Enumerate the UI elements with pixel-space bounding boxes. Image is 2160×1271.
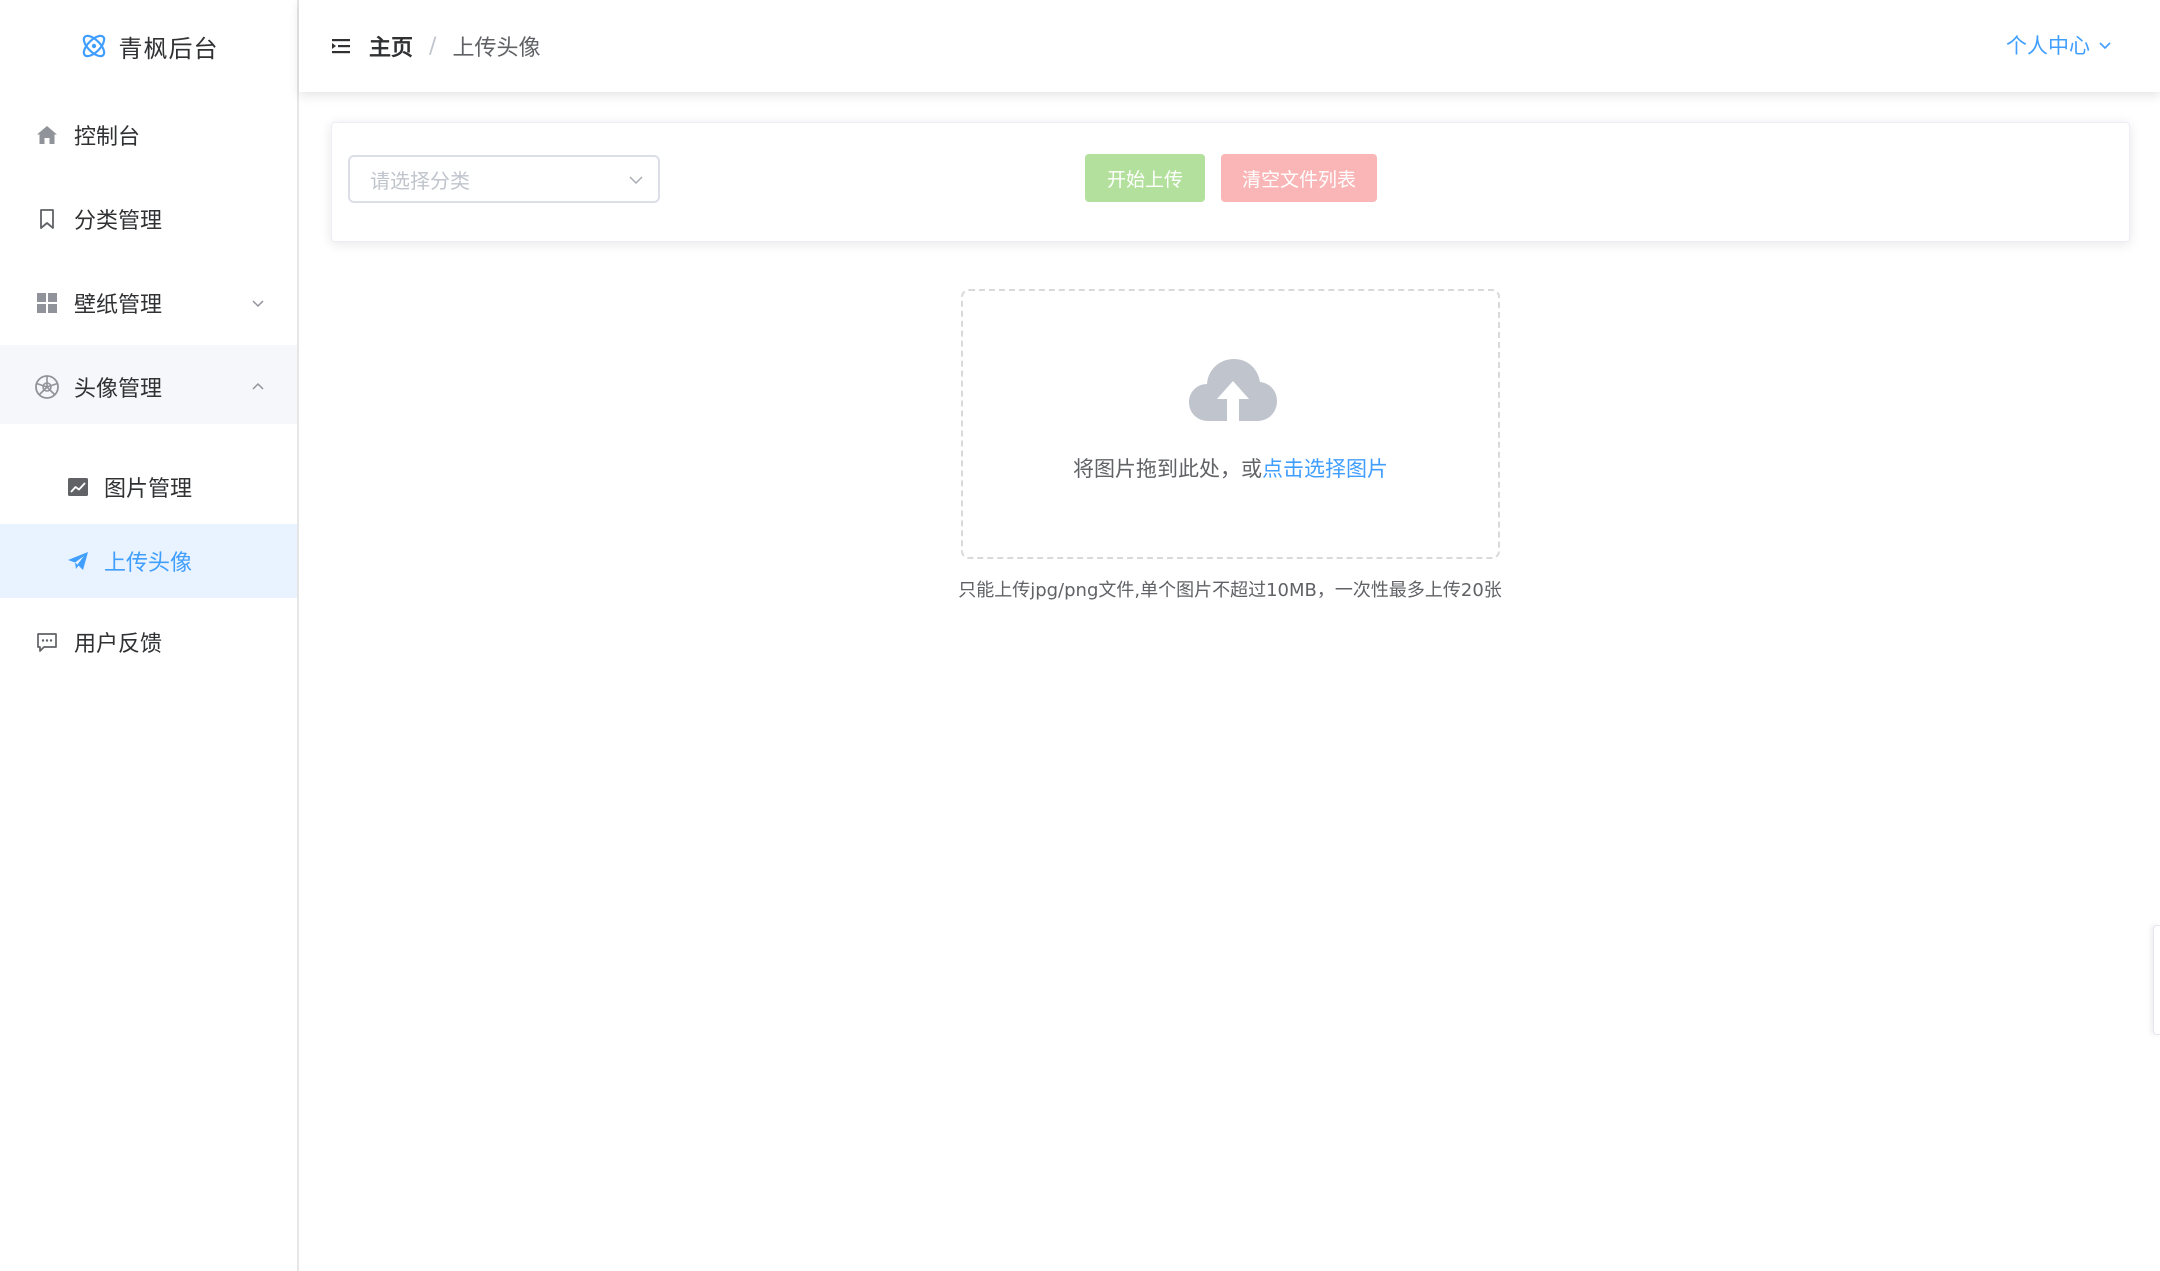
sidebar-item-image-manage[interactable]: 图片管理 — [0, 450, 297, 524]
breadcrumb: 主页 / 上传头像 — [369, 30, 540, 62]
chevron-down-icon — [629, 176, 643, 185]
atom-logo-icon — [82, 34, 105, 58]
sidebar: 青枫后台 控制台 分类管理 壁纸管理 头像管理 图片管理 上传头像 用户反馈 — [0, 0, 299, 1271]
sidebar-item-label: 头像管理 — [74, 377, 163, 402]
clear-file-list-button[interactable]: 清空文件列表 — [1221, 154, 1377, 202]
home-icon — [34, 122, 60, 148]
sidebar-item-category[interactable]: 分类管理 — [0, 177, 297, 261]
chat-icon — [34, 629, 60, 655]
select-image-link[interactable]: 点击选择图片 — [1262, 457, 1388, 481]
breadcrumb-home[interactable]: 主页 — [369, 30, 413, 62]
sidebar-item-label: 控制台 — [74, 125, 141, 150]
grid-icon — [34, 290, 60, 316]
sidebar-item-feedback[interactable]: 用户反馈 — [0, 600, 297, 684]
sidebar-item-upload-avatar[interactable]: 上传头像 — [0, 524, 297, 598]
bookmark-icon — [34, 206, 60, 232]
chevron-down-icon — [252, 300, 264, 308]
breadcrumb-current: 上传头像 — [452, 36, 541, 61]
menu-fold-icon[interactable] — [331, 36, 351, 56]
start-upload-button[interactable]: 开始上传 — [1085, 154, 1205, 202]
drop-instruction: 将图片拖到此处，或点击选择图片 — [963, 453, 1498, 483]
brand-title: 青枫后台 — [118, 34, 219, 63]
breadcrumb-separator: / — [429, 33, 437, 59]
sidebar-item-avatar[interactable]: 头像管理 — [0, 345, 297, 429]
paper-plane-icon — [66, 549, 90, 573]
chevron-up-icon — [252, 382, 264, 390]
sidebar-item-label: 分类管理 — [74, 209, 163, 234]
sidebar-item-label: 上传头像 — [104, 551, 193, 576]
upload-drop-zone[interactable]: 将图片拖到此处，或点击选择图片 — [961, 289, 1500, 559]
sidebar-item-label: 壁纸管理 — [74, 293, 163, 318]
edge-side-tab[interactable] — [2153, 925, 2160, 1035]
upload-toolbar: 请选择分类 开始上传 清空文件列表 — [331, 122, 2130, 242]
category-select-placeholder: 请选择分类 — [370, 168, 470, 193]
brand[interactable]: 青枫后台 — [0, 0, 297, 92]
chevron-down-icon — [2099, 42, 2111, 50]
user-center-label: 个人中心 — [2006, 34, 2090, 58]
sidebar-item-dashboard[interactable]: 控制台 — [0, 93, 297, 177]
user-center-dropdown[interactable]: 个人中心 — [2006, 30, 2112, 60]
sidebar-item-wallpaper[interactable]: 壁纸管理 — [0, 261, 297, 345]
upload-tip: 只能上传jpg/png文件,单个图片不超过10MB，一次性最多上传20张 — [958, 580, 1502, 601]
aperture-icon — [34, 374, 60, 400]
top-header: 主页 / 上传头像 个人中心 — [299, 0, 2160, 92]
drop-text: 将图片拖到此处，或 — [1073, 457, 1262, 481]
sidebar-item-label: 图片管理 — [104, 477, 193, 502]
image-chart-icon — [66, 475, 90, 499]
cloud-upload-icon — [1189, 359, 1277, 423]
sidebar-item-label: 用户反馈 — [74, 632, 163, 657]
category-select[interactable]: 请选择分类 — [348, 155, 660, 203]
